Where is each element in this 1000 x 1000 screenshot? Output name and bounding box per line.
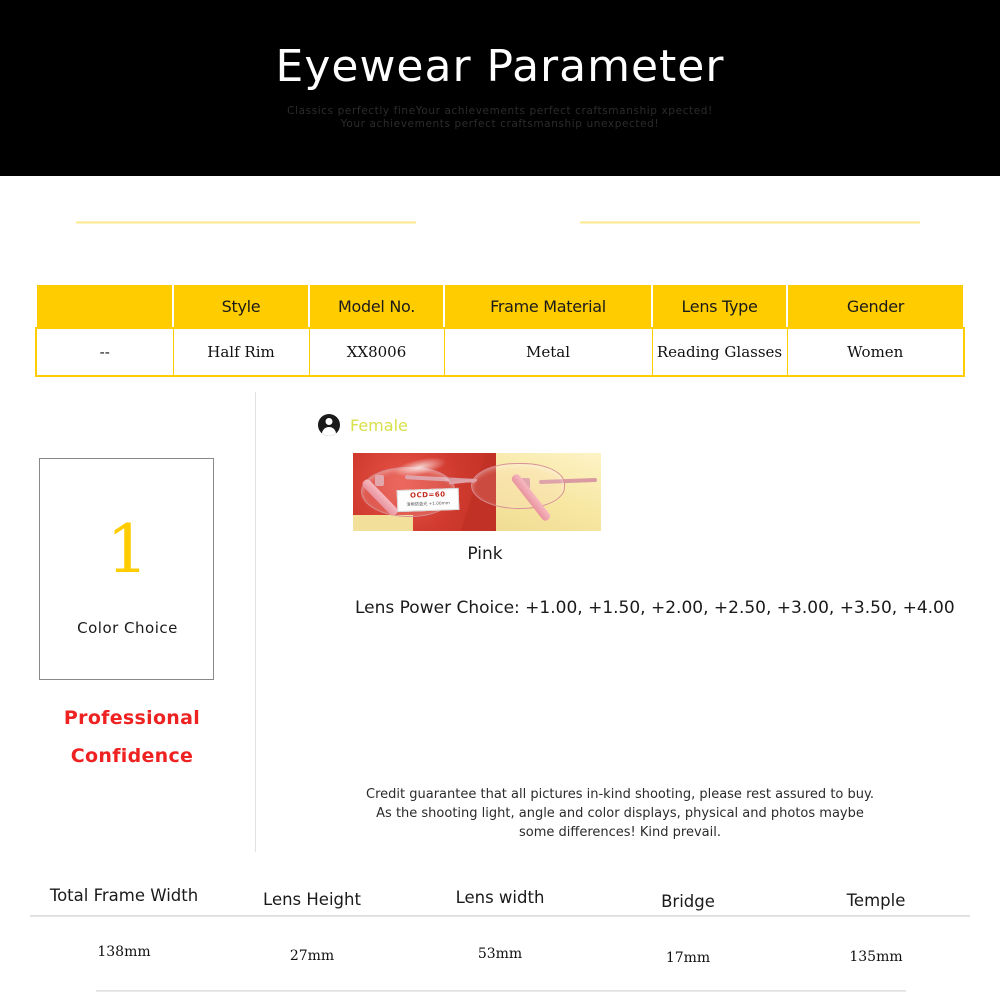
- specification-table: Style Model No. Frame Material Lens Type…: [35, 285, 965, 377]
- color-choice-card: 1 Color Choice: [39, 458, 214, 680]
- color-choice-label: Color Choice: [77, 619, 178, 637]
- measurement-label-temple: Temple: [846, 891, 906, 910]
- lens-sticker-subtext: 清晰防蓝光 +1.00mm: [406, 500, 450, 507]
- page-title: Eyewear Parameter: [275, 41, 725, 92]
- table-header-cell-blank: [37, 285, 174, 329]
- tagline-confidence: Confidence: [70, 745, 194, 767]
- person-icon: [318, 414, 340, 436]
- table-header-cell-model: Model No.: [309, 285, 445, 329]
- photo-background-yellow-corner: [353, 515, 413, 531]
- table-cell-style: Half Rim: [173, 328, 310, 375]
- table-cell-frame-material: Metal: [444, 328, 653, 375]
- hero-subtitle-line-2: Your achievements perfect craftsmanship …: [340, 118, 660, 130]
- lens-sticker-code: OCD=60: [409, 490, 446, 500]
- lens-power-choice: Lens Power Choice: +1.00, +1.50, +2.00, …: [355, 598, 955, 618]
- measurement-label-lens-width: Lens width: [455, 888, 545, 907]
- table-row: -- Half Rim XX8006 Metal Reading Glasses…: [35, 326, 965, 377]
- measurement-separator: [30, 915, 970, 917]
- measurement-values-row: 138mm 27mm 53mm 17mm 135mm: [30, 935, 970, 966]
- measurement-col-temple: Temple: [782, 878, 970, 910]
- disclaimer-line-2: As the shooting light, angle and color d…: [376, 805, 864, 821]
- measurement-value-temple: 135mm: [849, 949, 903, 965]
- product-image: OCD=60 清晰防蓝光 +1.00mm: [353, 453, 601, 531]
- footer-divider: [96, 990, 906, 992]
- measurement-value-col-lens-width: 53mm: [406, 935, 594, 962]
- eyeglasses-hinge-left: [375, 475, 384, 486]
- measurement-value-col-temple: 135mm: [782, 935, 970, 965]
- measurement-col-lens-height: Lens Height: [218, 878, 406, 909]
- measurement-col-total-frame-width: Total Frame Width: [30, 878, 218, 905]
- measurement-label-bridge: Bridge: [661, 892, 715, 911]
- measurement-value-lens-width: 53mm: [477, 946, 523, 962]
- measurement-value-bridge: 17mm: [665, 950, 711, 966]
- measurement-col-bridge: Bridge: [594, 878, 782, 911]
- table-header-cell-style: Style: [173, 285, 310, 329]
- disclaimer-line-3: some differences! Kind prevail.: [519, 824, 721, 840]
- table-header-cell-gender: Gender: [787, 285, 963, 329]
- divider-yellow-left: [76, 221, 416, 224]
- hero-banner: Eyewear Parameter Classics perfectly fin…: [0, 0, 1000, 176]
- table-header-cell-lens-type: Lens Type: [652, 285, 788, 329]
- section-divider-vertical: [255, 392, 256, 852]
- measurement-value-col-lens-height: 27mm: [218, 935, 406, 964]
- color-choice-number: 1: [106, 511, 149, 588]
- table-cell-lens-type: Reading Glasses: [652, 328, 788, 375]
- disclaimer-text: Credit guarantee that all pictures in-ki…: [310, 786, 930, 843]
- measurement-label-total-frame-width: Total Frame Width: [49, 886, 199, 905]
- measurement-value-col-total-frame-width: 138mm: [30, 935, 218, 960]
- measurement-label-lens-height: Lens Height: [263, 890, 361, 909]
- gender-badge: Female: [318, 414, 408, 436]
- measurement-value-col-bridge: 17mm: [594, 935, 782, 966]
- divider-yellow-right: [580, 221, 920, 224]
- product-color-name: Pink: [467, 544, 503, 564]
- hero-subtitle-line-1: Classics perfectly fineYour achievements…: [287, 105, 713, 117]
- measurement-value-total-frame-width: 138mm: [97, 944, 151, 960]
- table-cell-model: XX8006: [309, 328, 445, 375]
- table-header-cell-frame-material: Frame Material: [444, 285, 653, 329]
- table-cell-gender: Women: [787, 328, 963, 375]
- lens-sticker: OCD=60 清晰防蓝光 +1.00mm: [396, 487, 460, 513]
- measurement-value-lens-height: 27mm: [289, 948, 335, 964]
- gender-badge-label: Female: [350, 415, 408, 435]
- table-cell-blank: --: [37, 328, 174, 375]
- table-header-row: Style Model No. Frame Material Lens Type…: [37, 285, 963, 329]
- disclaimer-line-1: Credit guarantee that all pictures in-ki…: [366, 787, 874, 802]
- tagline-professional: Professional: [63, 707, 201, 729]
- measurement-labels-row: Total Frame Width Lens Height Lens width…: [30, 878, 970, 911]
- measurement-col-lens-width: Lens width: [406, 878, 594, 907]
